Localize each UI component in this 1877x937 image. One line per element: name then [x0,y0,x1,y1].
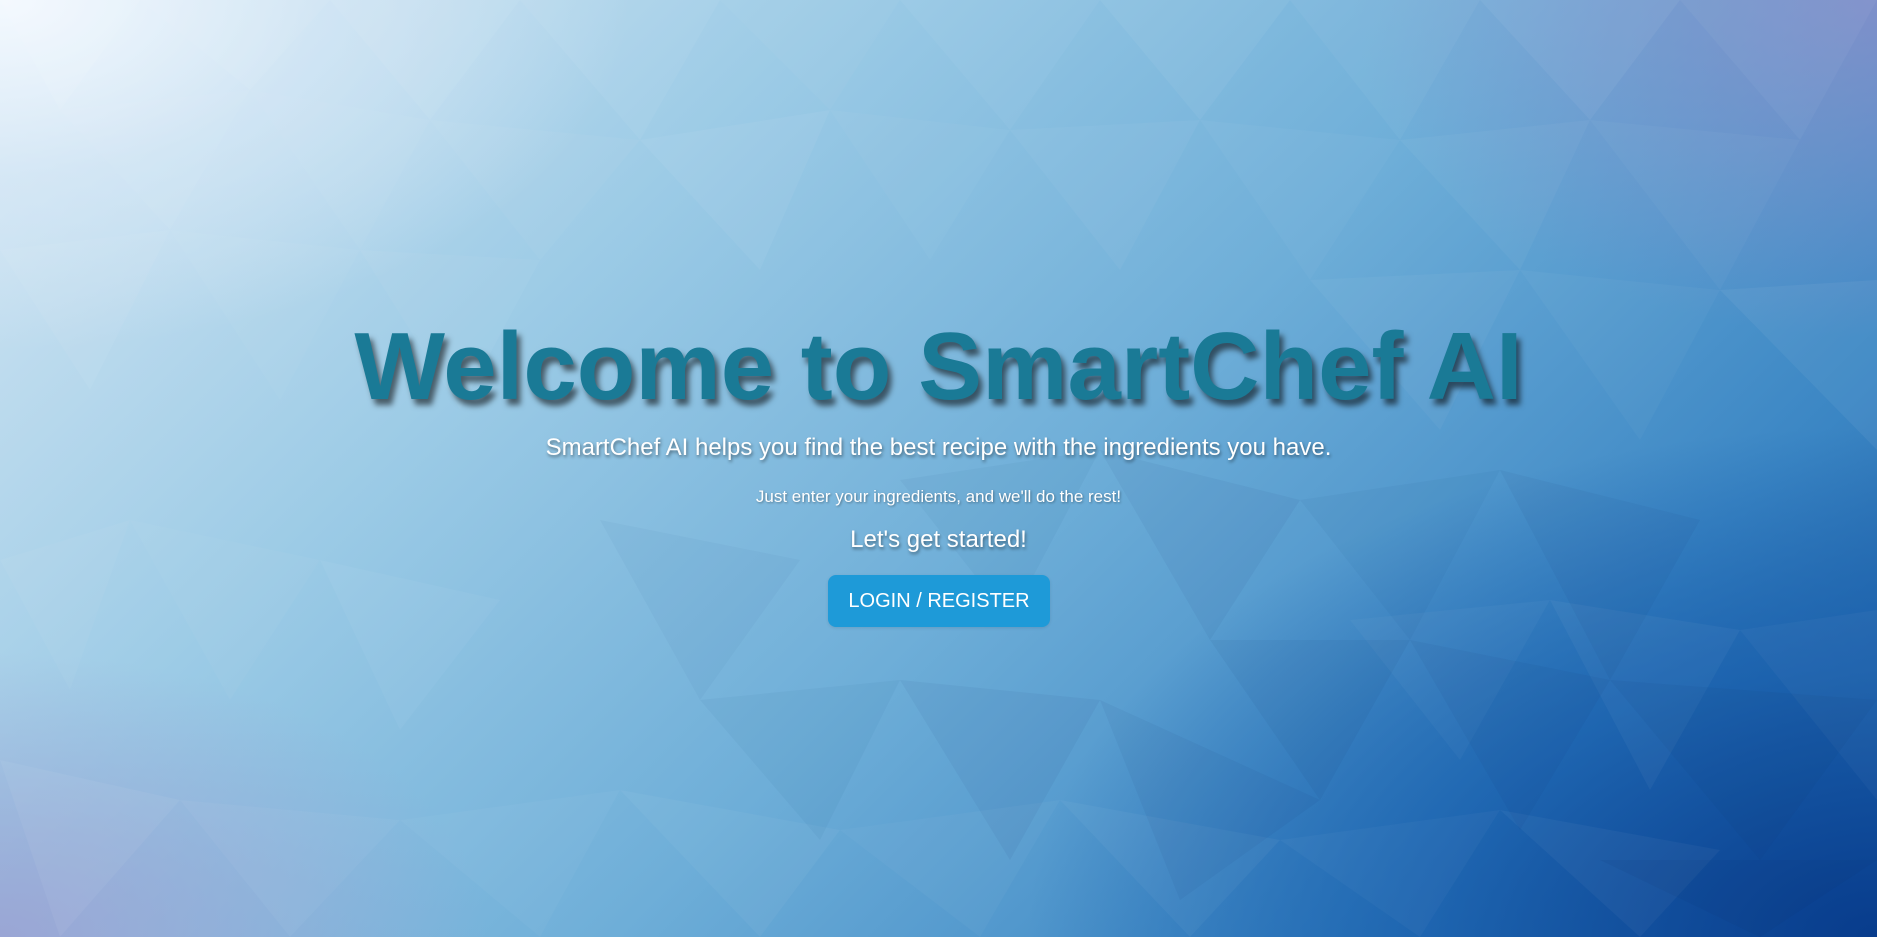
hero-tagline: Just enter your ingredients, and we'll d… [755,487,1122,506]
hero-subtitle: SmartChef AI helps you find the best rec… [545,434,1332,461]
login-register-button[interactable]: LOGIN / REGISTER [828,575,1050,627]
get-started-text: Let's get started! [850,526,1027,553]
low-poly-background-pattern [0,0,1877,937]
page-title: Welcome to SmartChef AI [354,313,1523,420]
